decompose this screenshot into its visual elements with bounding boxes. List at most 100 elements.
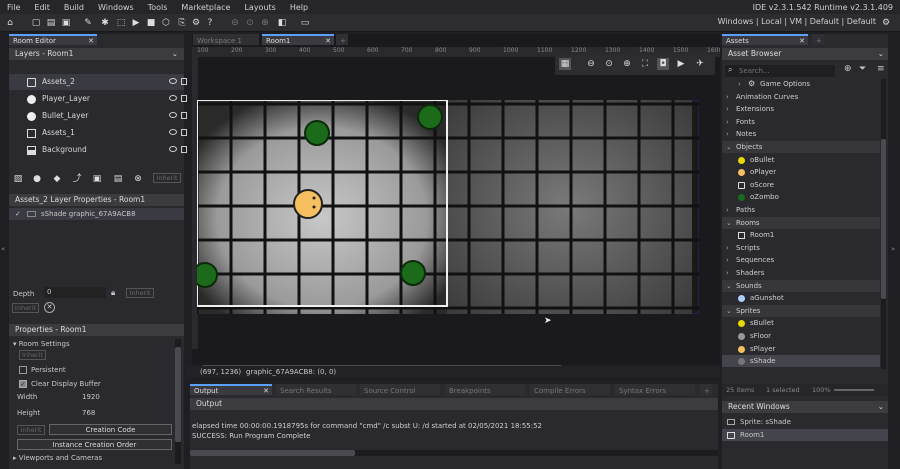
- clear-cache-icon[interactable]: ⬡: [160, 17, 172, 29]
- recent-windows-header[interactable]: Recent Windows ⌄: [722, 401, 888, 413]
- chevron-down-icon[interactable]: ⌄: [726, 217, 732, 229]
- zombie-instance[interactable]: [304, 120, 330, 146]
- add-path-layer-icon[interactable]: ⤴: [71, 173, 83, 185]
- create-exe-icon[interactable]: ⎘: [176, 17, 188, 29]
- zombie-instance[interactable]: [197, 262, 218, 288]
- tab-syntax-errors[interactable]: Syntax Errors: [615, 384, 695, 395]
- chevron-right-icon[interactable]: ›: [726, 128, 729, 140]
- menu-windows[interactable]: Windows: [91, 3, 141, 12]
- chevron-down-icon[interactable]: ⌄: [726, 280, 732, 292]
- tab-room-editor[interactable]: Room Editor ✕: [9, 34, 97, 45]
- tab-source-control[interactable]: Source Control: [360, 384, 440, 395]
- properties-scrollbar[interactable]: [175, 339, 181, 464]
- asset-item[interactable]: sPlayer: [722, 343, 880, 355]
- width-input[interactable]: 1920: [82, 393, 100, 401]
- close-icon[interactable]: ✕: [799, 36, 805, 47]
- inherit-depth-button[interactable]: Inherit: [126, 288, 154, 298]
- instance-order-button[interactable]: Instance Creation Order: [17, 439, 172, 450]
- asset-folder[interactable]: ⌄ Sounds: [722, 279, 880, 292]
- add-asset-icon[interactable]: ⊕: [844, 64, 852, 74]
- add-instance-layer-icon[interactable]: ●: [31, 173, 43, 185]
- asset-folder[interactable]: › Scripts: [722, 242, 880, 254]
- add-asset-layer-icon[interactable]: ▣: [91, 173, 103, 185]
- asset-item[interactable]: Room1: [722, 229, 880, 241]
- view-icon[interactable]: ◘: [657, 58, 669, 70]
- viewports-label[interactable]: ▸ Viewports and Cameras: [13, 454, 102, 462]
- debug-icon[interactable]: ✱: [99, 17, 111, 29]
- asset-folder[interactable]: ⌄ Sprites: [722, 304, 880, 317]
- asset-folder[interactable]: › Sequences: [722, 254, 880, 266]
- clean-icon[interactable]: ✎: [82, 17, 94, 29]
- target-settings-icon[interactable]: ⚙: [880, 17, 892, 29]
- target-selector[interactable]: Windows | Local | VM | Default | Default: [718, 17, 876, 26]
- search-input[interactable]: [739, 66, 829, 76]
- close-icon[interactable]: ✕: [325, 36, 331, 47]
- chevron-right-icon[interactable]: ›: [726, 116, 729, 128]
- add-tab-icon[interactable]: +: [812, 34, 824, 45]
- menu-build[interactable]: Build: [57, 3, 91, 12]
- lock-icon[interactable]: 🔒︎: [111, 288, 115, 298]
- save-icon[interactable]: ▣: [60, 17, 72, 29]
- play-icon[interactable]: ▶: [675, 58, 687, 70]
- stop-icon[interactable]: ■: [145, 17, 157, 29]
- toggle-panels-icon[interactable]: ◧: [276, 17, 288, 29]
- room-view[interactable]: [197, 100, 699, 314]
- asset-item[interactable]: oBullet: [722, 154, 880, 166]
- assets-scrollbar[interactable]: [881, 79, 886, 369]
- eye-icon[interactable]: [169, 95, 177, 101]
- open-project-icon[interactable]: ▤: [45, 17, 57, 29]
- chevron-right-icon[interactable]: ›: [726, 242, 729, 254]
- inherit-creation-button[interactable]: Inherit: [17, 425, 45, 435]
- asset-item[interactable]: oPlayer: [722, 166, 880, 178]
- delete-layer-icon[interactable]: ⊗: [132, 173, 144, 185]
- recent-item[interactable]: Room1: [722, 429, 888, 441]
- menu-layouts[interactable]: Layouts: [237, 3, 282, 12]
- asset-folder[interactable]: › Extensions: [722, 103, 880, 115]
- lock-icon[interactable]: [181, 95, 187, 102]
- add-tile-layer-icon[interactable]: ◆: [51, 173, 63, 185]
- help-icon[interactable]: ?: [204, 17, 216, 29]
- inherit-room-button[interactable]: Inherit: [19, 350, 46, 360]
- recent-item[interactable]: Sprite: sShade: [722, 416, 888, 428]
- asset-folder[interactable]: ⌄ Rooms: [722, 216, 880, 229]
- chevron-right-icon[interactable]: ›: [726, 267, 729, 279]
- depth-input[interactable]: 0: [44, 287, 106, 298]
- asset-item[interactable]: oZombo: [722, 191, 880, 203]
- asset-item[interactable]: › ⚙ Game Options: [722, 78, 880, 90]
- run-icon[interactable]: ▶: [130, 17, 142, 29]
- menu-marketplace[interactable]: Marketplace: [174, 3, 237, 12]
- layer-row[interactable]: Assets_1: [9, 125, 187, 141]
- filter-icon[interactable]: ⏷: [859, 64, 866, 74]
- asset-folder[interactable]: › Paths: [722, 204, 880, 216]
- zombie-instance[interactable]: [417, 104, 443, 130]
- room-settings-label[interactable]: ▾ Room Settings: [13, 340, 70, 348]
- clear-display-checkbox[interactable]: ✓: [19, 380, 27, 388]
- chevron-right-icon[interactable]: ›: [726, 103, 729, 115]
- zoom-in-icon[interactable]: ⊕: [621, 58, 633, 70]
- close-icon[interactable]: ✕: [88, 36, 94, 47]
- asset-folder[interactable]: › Notes: [722, 128, 880, 140]
- asset-folder[interactable]: › Shaders: [722, 267, 880, 279]
- lock-icon[interactable]: [181, 129, 187, 136]
- collapse-right-icon[interactable]: »: [891, 245, 895, 253]
- menu-edit[interactable]: Edit: [27, 3, 57, 12]
- player-instance[interactable]: [293, 189, 323, 219]
- lock-icon[interactable]: [181, 78, 187, 85]
- asset-item[interactable]: oScore: [722, 179, 880, 191]
- close-icon[interactable]: ✕: [263, 386, 269, 397]
- tab-compile-errors[interactable]: Compile Errors: [530, 384, 610, 395]
- menu-help[interactable]: Help: [283, 3, 315, 12]
- layer-row[interactable]: Player_Layer: [9, 91, 187, 107]
- chevron-right-icon[interactable]: ›: [726, 91, 729, 103]
- asset-list-item[interactable]: ✓ sShade graphic_67A9ACB8: [9, 208, 184, 220]
- menu-file[interactable]: File: [0, 3, 27, 12]
- grid-icon[interactable]: ▦: [559, 58, 571, 70]
- height-input[interactable]: 768: [82, 409, 95, 417]
- tab-room1[interactable]: Room1 ✕: [262, 34, 334, 45]
- chevron-right-icon[interactable]: ›: [726, 254, 729, 266]
- eye-icon[interactable]: [169, 78, 177, 84]
- creation-code-button[interactable]: Creation Code: [49, 424, 172, 435]
- settings-icon[interactable]: ⚙: [190, 17, 202, 29]
- properties-header[interactable]: Properties - Room1: [9, 324, 184, 336]
- chevron-right-icon[interactable]: ›: [726, 204, 729, 216]
